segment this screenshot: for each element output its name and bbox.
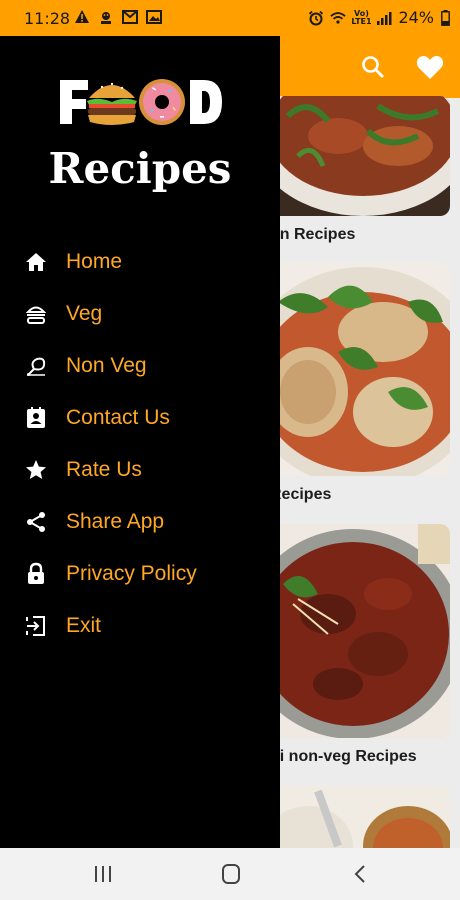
- recipe-card-image[interactable]: [268, 262, 450, 476]
- warning-icon: [74, 8, 90, 26]
- donut-logo-icon: [139, 79, 185, 125]
- burger-logo-icon: [87, 82, 137, 125]
- home-button[interactable]: [216, 860, 246, 888]
- drawer-item-contact-us[interactable]: Contact Us: [0, 396, 280, 440]
- lock-icon: [28, 562, 44, 584]
- signal-icon: [376, 9, 392, 27]
- drawer-item-label: Veg: [66, 302, 103, 325]
- volte-icon: Vo) LTE1: [351, 8, 372, 26]
- chicken-leg-icon: [27, 357, 46, 376]
- drawer-item-label: Rate Us: [66, 458, 142, 481]
- drawer-item-exit[interactable]: Exit: [0, 604, 280, 648]
- burger-icon: [25, 306, 47, 324]
- drawer-item-non-veg[interactable]: Non Veg: [0, 344, 280, 388]
- drawer-item-privacy-policy[interactable]: Privacy Policy: [0, 552, 280, 596]
- food-logo: FOOD: [58, 74, 228, 130]
- recipe-card-image[interactable]: [268, 96, 450, 216]
- exit-icon: [26, 616, 45, 636]
- fish-curry-image: [268, 262, 450, 476]
- image-icon: [146, 8, 162, 26]
- drawer-item-label: Home: [66, 250, 123, 273]
- battery-percent: 24%: [398, 8, 434, 27]
- usb-debug-icon: [98, 8, 114, 26]
- logo-text: FOOD: [228, 74, 229, 75]
- contact-icon: [27, 407, 45, 428]
- status-time: 11:28: [24, 9, 71, 28]
- heart-icon[interactable]: [416, 54, 444, 80]
- drawer-item-label: Share App: [66, 510, 165, 533]
- home-icon: [26, 253, 46, 271]
- wifi-icon: [330, 9, 347, 27]
- drawer-item-label: Non Veg: [66, 354, 147, 377]
- recipe-card-title: bi non-veg Recipes: [270, 748, 417, 765]
- battery-icon: [440, 9, 450, 27]
- drawer-item-label: Privacy Policy: [66, 562, 197, 585]
- drawer-item-share-app[interactable]: Share App: [0, 500, 280, 544]
- drawer-item-label: Exit: [66, 614, 102, 637]
- gmail-icon: [122, 8, 138, 26]
- system-nav-bar: [0, 848, 460, 900]
- navigation-drawer: FOOD Recipes Home Veg Non Veg Contact Us…: [0, 36, 280, 848]
- recipe-card-image[interactable]: [268, 524, 450, 738]
- status-bar: 11:28 Vo) LTE1 24%: [0, 0, 460, 36]
- back-button[interactable]: [346, 860, 376, 888]
- share-icon: [27, 512, 45, 532]
- rice-dish-image: [268, 786, 450, 848]
- mutton-curry-image: [268, 524, 450, 738]
- drawer-item-veg[interactable]: Veg: [0, 292, 280, 336]
- search-icon[interactable]: [360, 54, 386, 80]
- curry-dish-image: [268, 96, 450, 216]
- recipe-card-image[interactable]: [268, 786, 450, 848]
- drawer-item-label: Contact Us: [66, 406, 170, 429]
- logo-subtitle: Recipes: [48, 144, 232, 193]
- star-icon: [26, 460, 46, 479]
- recipe-card-title: on Recipes: [270, 226, 356, 243]
- recents-button[interactable]: [88, 860, 118, 888]
- alarm-icon: [308, 9, 324, 27]
- drawer-item-home[interactable]: Home: [0, 240, 280, 284]
- drawer-item-rate-us[interactable]: Rate Us: [0, 448, 280, 492]
